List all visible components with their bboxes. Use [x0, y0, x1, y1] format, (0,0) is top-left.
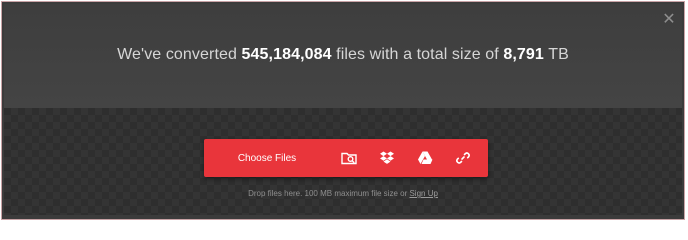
conversion-stats: We've converted 545,184,084 files with a… [2, 46, 684, 64]
close-icon[interactable]: ✕ [662, 11, 676, 27]
folder-search-icon[interactable] [330, 139, 368, 177]
upload-hint: Drop files here. 100 MB maximum file siz… [2, 189, 684, 198]
choose-files-button[interactable]: Choose Files [204, 139, 330, 177]
total-size: 8,791 [503, 46, 544, 63]
files-count: 545,184,084 [241, 46, 332, 63]
google-drive-icon[interactable] [406, 139, 444, 177]
converter-panel: ✕ We've converted 545,184,084 files with… [1, 1, 685, 220]
sign-up-link[interactable]: Sign Up [409, 189, 437, 198]
stats-prefix: We've converted [117, 46, 237, 63]
upload-toolbar: Choose Files [204, 139, 488, 177]
dropbox-icon[interactable] [368, 139, 406, 177]
link-icon[interactable] [444, 139, 482, 177]
upload-hint-text: Drop files here. 100 MB maximum file siz… [248, 189, 408, 198]
size-unit: TB [548, 46, 569, 63]
stats-middle: files with a total size of [336, 46, 499, 63]
